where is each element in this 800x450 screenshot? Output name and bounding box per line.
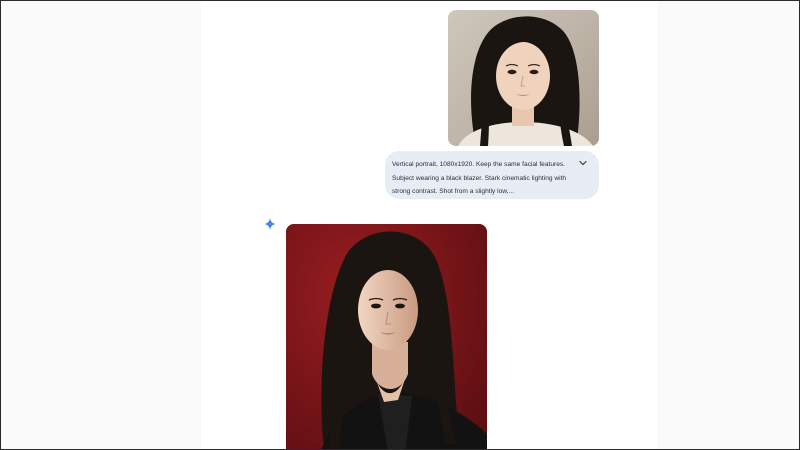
generated-image[interactable]: [286, 224, 487, 449]
right-margin: [657, 1, 799, 449]
left-margin: [1, 1, 201, 449]
prompt-bubble: Vertical portrait, 1080x1920. Keep the s…: [385, 151, 599, 199]
generated-portrait-illustration: [286, 224, 487, 449]
sparkle-icon: [264, 217, 276, 230]
uploaded-image[interactable]: [448, 10, 599, 146]
chevron-down-icon: [579, 160, 587, 166]
uploaded-portrait-illustration: [458, 16, 593, 146]
expand-prompt-button[interactable]: [577, 157, 589, 169]
prompt-text: Vertical portrait, 1080x1920. Keep the s…: [392, 161, 567, 196]
chat-window: Vertical portrait, 1080x1920. Keep the s…: [0, 0, 800, 450]
